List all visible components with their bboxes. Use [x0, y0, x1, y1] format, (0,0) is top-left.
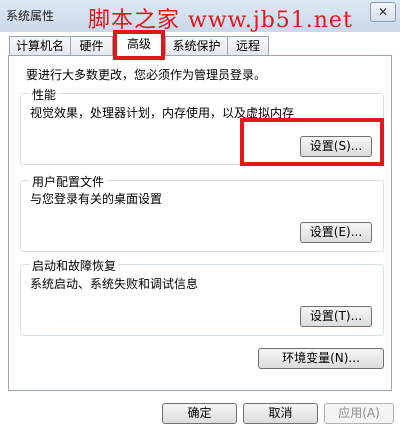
- performance-settings-button[interactable]: 设置(S)...: [300, 136, 372, 157]
- tab-system-protection[interactable]: 系统保护: [165, 36, 228, 55]
- user-profiles-group-title: 用户配置文件: [30, 173, 107, 190]
- tab-remote[interactable]: 远程: [227, 36, 269, 55]
- apply-button[interactable]: 应用(A): [324, 403, 394, 424]
- close-button[interactable]: ✕: [370, 2, 396, 22]
- ok-button[interactable]: 确定: [162, 403, 237, 424]
- tab-computer-name[interactable]: 计算机名: [9, 36, 71, 55]
- user-profiles-settings-button[interactable]: 设置(E)...: [300, 222, 372, 243]
- user-profiles-description: 与您登录有关的桌面设置: [30, 192, 163, 206]
- admin-note: 要进行大多数更改，您必须作为管理员登录。: [26, 68, 267, 82]
- performance-group-title: 性能: [30, 86, 59, 103]
- window-title: 系统属性: [6, 9, 55, 23]
- title-bar: 系统属性 脚本之家 www.jb51.net ✕: [0, 0, 400, 33]
- tab-advanced[interactable]: 高级: [113, 32, 165, 56]
- startup-recovery-group-title: 启动和故障恢复: [30, 257, 119, 274]
- performance-description: 视觉效果，处理器计划，内存使用，以及虚拟内存: [30, 106, 295, 120]
- tab-hardware[interactable]: 硬件: [70, 36, 113, 55]
- watermark: 脚本之家 www.jb51.net: [88, 8, 353, 33]
- environment-variables-button[interactable]: 环境变量(N)...: [258, 348, 384, 369]
- startup-recovery-description: 系统启动、系统失败和调试信息: [30, 277, 199, 291]
- startup-recovery-settings-button[interactable]: 设置(T)...: [300, 306, 372, 327]
- cancel-button[interactable]: 取消: [243, 403, 318, 424]
